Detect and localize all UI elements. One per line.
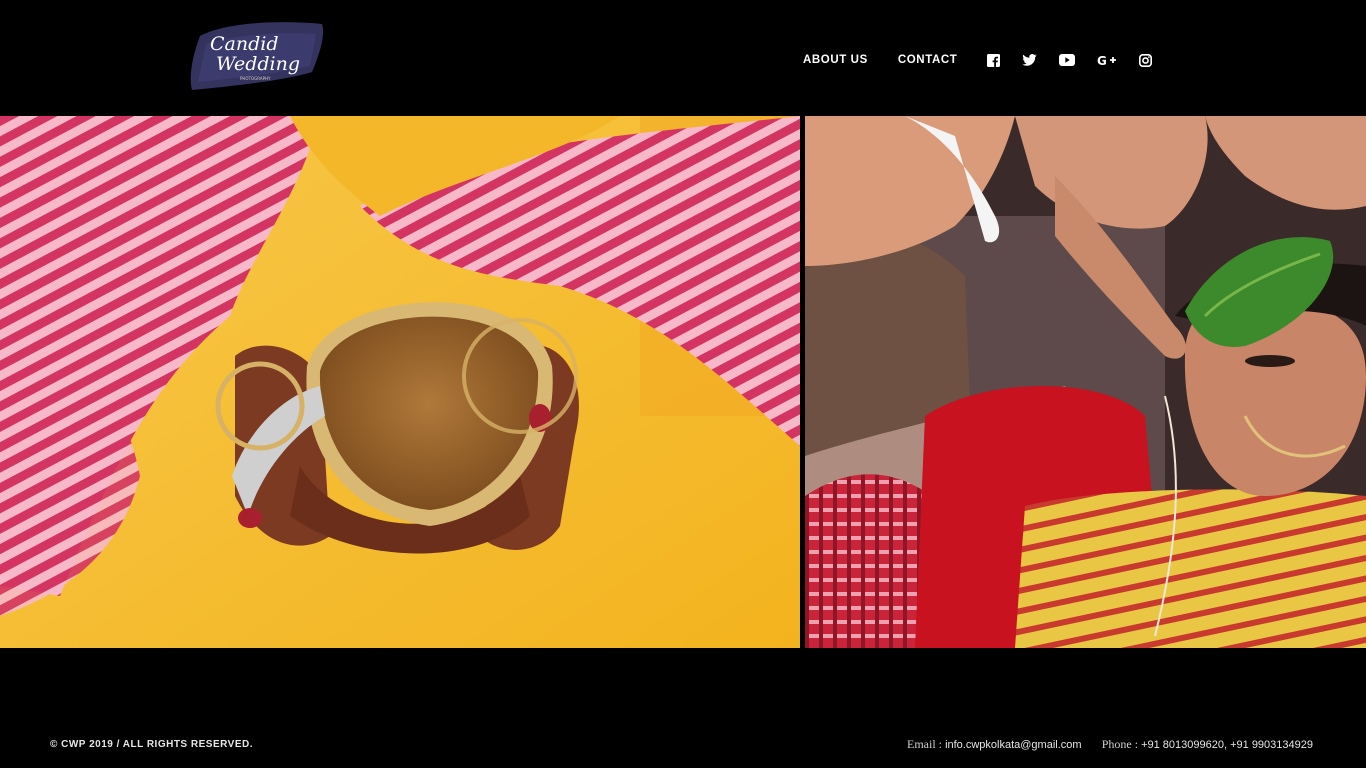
facebook-icon[interactable]: [987, 53, 1001, 67]
youtube-icon[interactable]: [1059, 54, 1076, 66]
logo-brush-mark: Candid Wedding PHOTOGRAPHY: [190, 22, 324, 90]
main-nav: ABOUT US CONTACT G: [803, 50, 1153, 70]
instagram-icon[interactable]: [1139, 53, 1153, 67]
nav-about-us[interactable]: ABOUT US: [803, 54, 868, 66]
email-link[interactable]: info.cwpkolkata@gmail.com: [945, 739, 1082, 751]
copyright-text: © CWP 2019 / ALL RIGHTS RESERVED.: [50, 739, 253, 750]
phone-numbers[interactable]: +91 8013099620, +91 9903134929: [1141, 739, 1313, 751]
social-links: G: [987, 53, 1153, 67]
phone-label: Phone :: [1101, 737, 1139, 751]
google-plus-icon[interactable]: G: [1097, 54, 1117, 66]
logo-line-2: Wedding: [216, 53, 300, 75]
logo-tagline: PHOTOGRAPHY: [240, 76, 271, 81]
footer-contact-info: Email : info.cwpkolkata@gmail.com Phone …: [907, 737, 1313, 752]
site-footer: © CWP 2019 / ALL RIGHTS RESERVED. Email …: [0, 648, 1366, 768]
nav-contact[interactable]: CONTACT: [898, 54, 958, 66]
logo-line-1: Candid: [210, 33, 279, 55]
site-logo[interactable]: Candid Wedding PHOTOGRAPHY: [186, 14, 330, 92]
photo-gallery: [0, 116, 1366, 648]
email-label: Email :: [907, 737, 942, 751]
svg-text:G: G: [1097, 54, 1107, 66]
site-header: Candid Wedding PHOTOGRAPHY ABOUT US CONT…: [0, 0, 1366, 116]
twitter-icon[interactable]: [1022, 54, 1038, 66]
bride-betel-leaf-photo[interactable]: [805, 116, 1366, 648]
haldi-bowl-photo[interactable]: [0, 116, 800, 648]
